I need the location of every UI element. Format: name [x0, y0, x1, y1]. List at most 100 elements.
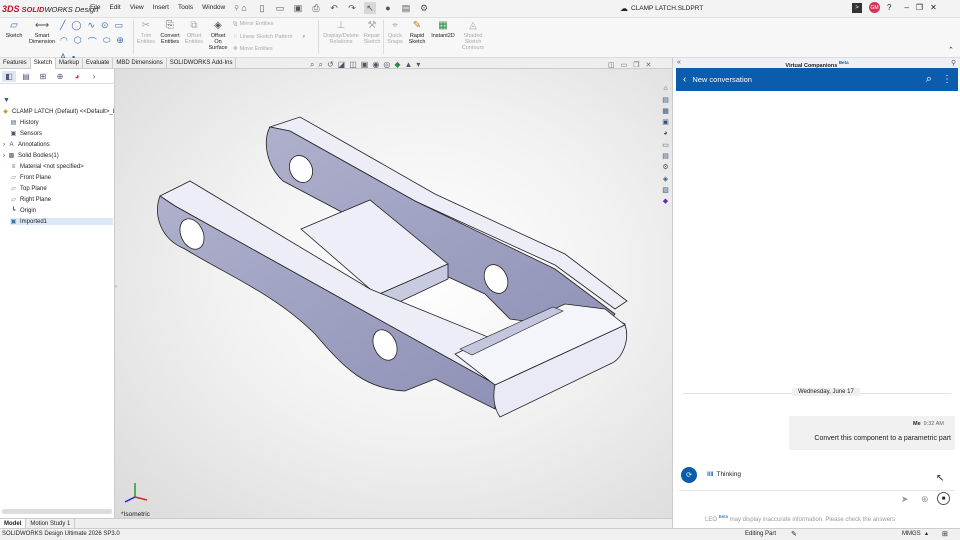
appearances-icon[interactable]: ◕ [661, 129, 671, 138]
file-explorer-icon[interactable]: ▦ [661, 107, 671, 116]
fillet-icon[interactable]: ⌒ [88, 35, 97, 48]
viewport-minimize-icon[interactable]: ▭ [621, 61, 628, 69]
document-recovery-icon[interactable]: ▤ [661, 152, 671, 161]
arc-icon[interactable]: ◠ [60, 35, 68, 48]
display-manager-icon[interactable]: ◕ [70, 71, 84, 82]
select-icon[interactable]: ↖ [364, 2, 376, 14]
tab-markup[interactable]: Markup [56, 58, 84, 69]
tree-item-front-plane[interactable]: ▱ Front Plane [10, 174, 51, 182]
user-avatar[interactable]: GM [869, 2, 880, 13]
print-icon[interactable]: ⎙ [310, 2, 322, 14]
centerpoint-icon[interactable]: ⊕ [116, 35, 124, 48]
new-document-icon[interactable]: ▯ [256, 2, 268, 14]
line-icon[interactable]: ╱ [60, 20, 65, 31]
tree-item-solid-bodies[interactable]: › ▩ Solid Bodies(1) [3, 152, 59, 160]
send-icon[interactable]: ➤ [901, 494, 909, 505]
tab-addins[interactable]: SOLIDWORKS Add-Ins [167, 58, 237, 69]
menu-edit[interactable]: Edit [109, 4, 120, 12]
slot-icon[interactable]: ⬭ [103, 35, 111, 48]
view-orientation-icon[interactable]: ▣ [361, 60, 369, 70]
feature-tree-icon[interactable]: ◧ [2, 71, 16, 82]
property-manager-icon[interactable]: ▤ [19, 71, 33, 82]
status-units[interactable]: MMGS [902, 531, 921, 537]
tab-sketch[interactable]: Sketch [30, 58, 57, 69]
convert-entities-button[interactable]: ⎘ Convert Entities [158, 20, 182, 46]
dynamic-annotation-icon[interactable]: ◫ [349, 60, 357, 70]
trim-entities-button[interactable]: ✂ Trim Entities [135, 20, 157, 46]
graphics-area[interactable]: *Isometric ‹ [115, 69, 672, 518]
tile-icon[interactable]: ◫ [608, 61, 615, 69]
rectangle-icon[interactable]: ▭ [115, 20, 124, 31]
custom-properties-icon[interactable]: ▭ [661, 140, 671, 149]
rapid-sketch-button[interactable]: ✎ Rapid Sketch [406, 20, 428, 46]
more-options-icon[interactable]: ⋮ [942, 74, 952, 85]
edit-appearance-icon[interactable]: ◆ [394, 60, 400, 70]
dimxpert-icon[interactable]: ⊕ [53, 71, 67, 82]
leo-assistant-icon[interactable]: ◆ [661, 197, 671, 206]
tree-item-sensors[interactable]: ▣ Sensors [10, 130, 42, 138]
collapse-panel-icon[interactable]: « [677, 59, 681, 66]
more-arrow-icon[interactable]: › [87, 71, 101, 82]
toolbox-icon[interactable]: ⚙ [661, 163, 671, 172]
apply-scene-icon[interactable]: ▲ [404, 60, 412, 70]
chat-input[interactable] [679, 490, 955, 507]
tab-features[interactable]: Features [0, 58, 31, 69]
help-icon[interactable]: ? [887, 3, 891, 12]
pin-panel-icon[interactable]: ⚲ [951, 59, 956, 67]
configuration-manager-icon[interactable]: ⊞ [36, 71, 50, 82]
tab-mbd-dimensions[interactable]: MBD Dimensions [113, 58, 167, 69]
expand-arrow-icon[interactable]: › [3, 153, 5, 159]
display-style-icon[interactable]: ◉ [372, 60, 379, 70]
design-library-icon[interactable]: ▤ [661, 95, 671, 104]
panel-collapse-handle-icon[interactable]: ‹ [115, 284, 117, 290]
menu-window[interactable]: Window [202, 4, 225, 12]
minimize-icon[interactable]: – [904, 3, 908, 12]
move-entities-button[interactable]: ✥ Move Entities [233, 46, 273, 52]
home-icon[interactable]: ⌂ [238, 2, 250, 14]
close-icon[interactable]: ✕ [930, 3, 937, 12]
quick-snaps-button[interactable]: ⌖ Quick Snaps [385, 20, 405, 46]
smart-dimension-button[interactable]: ⟷ Smart Dimension [28, 20, 56, 46]
spline-icon[interactable]: ∿ [88, 20, 96, 31]
repair-sketch-button[interactable]: ⚒ Repair Sketch [362, 20, 382, 46]
status-config-icon[interactable]: ⊞ [942, 530, 948, 538]
file-properties-icon[interactable]: ▤ [400, 2, 412, 14]
tree-item-right-plane[interactable]: ▱ Right Plane [10, 196, 51, 204]
3d-model-view[interactable] [115, 69, 672, 518]
section-view-icon[interactable]: ◪ [338, 60, 346, 70]
tab-evaluate[interactable]: Evaluate [83, 58, 114, 69]
tree-root[interactable]: ◆ CLAMP LATCH (Default) <<Default>_I [2, 108, 114, 116]
menu-file[interactable]: File [90, 4, 100, 12]
undo-icon[interactable]: ↶ [328, 2, 340, 14]
units-chevron-icon[interactable]: ▴ [925, 530, 928, 537]
tree-item-annotations[interactable]: › A Annotations [3, 141, 50, 148]
rebuild-status-icon[interactable]: ✎ [791, 530, 797, 538]
tree-item-history[interactable]: ▤ History [10, 119, 39, 127]
point-icon[interactable]: ⊙ [101, 20, 109, 31]
tree-item-top-plane[interactable]: ▱ Top Plane [10, 185, 47, 193]
restore-icon[interactable]: ❐ [916, 3, 923, 12]
tab-model[interactable]: Model [0, 519, 27, 528]
menu-insert[interactable]: Insert [153, 4, 169, 12]
open-folder-icon[interactable]: ▭ [274, 2, 286, 14]
collaboration-icon[interactable]: ▧ [661, 185, 671, 194]
previous-view-icon[interactable]: ↺ [327, 60, 334, 70]
offset-entities-button[interactable]: ⧉ Offset Entities [183, 20, 205, 46]
view-settings-icon[interactable]: ▾ [416, 60, 420, 70]
hide-show-icon[interactable]: ◎ [383, 60, 390, 70]
tree-item-imported1[interactable]: ▣ Imported1 [10, 218, 113, 225]
filter-icon[interactable]: ▼ [3, 97, 10, 104]
redo-icon[interactable]: ↷ [346, 2, 358, 14]
polygon-icon[interactable]: ⬡ [74, 35, 82, 48]
tree-item-material[interactable]: ≡ Material <not specified> [10, 163, 84, 170]
zoom-to-fit-icon[interactable]: ⌕ [310, 60, 314, 70]
rebuild-icon[interactable]: ● [382, 2, 394, 14]
tab-motion-study[interactable]: Motion Study 1 [26, 519, 76, 528]
globe-icon[interactable]: ⊕ [921, 494, 929, 505]
zoom-area-icon[interactable]: ⌕ [318, 60, 322, 70]
collapse-ribbon-icon[interactable]: ⌃ [948, 46, 954, 54]
display-delete-relations-button[interactable]: ⊥ Display/Delete Relations [320, 20, 362, 46]
view-palette-icon[interactable]: ▣ [661, 118, 671, 127]
tree-item-origin[interactable]: ┗ Origin [10, 207, 36, 215]
stop-button-icon[interactable]: ■ [937, 492, 950, 505]
